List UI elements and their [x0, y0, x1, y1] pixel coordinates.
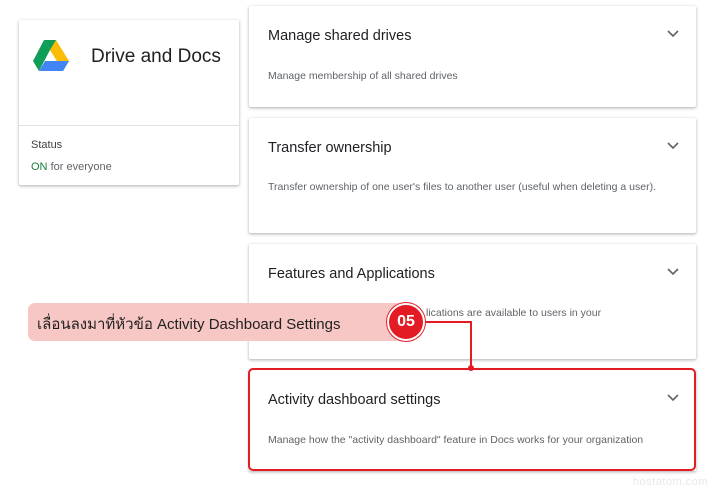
step-number-badge: 05	[387, 303, 425, 341]
watermark: hostatom.com	[632, 476, 708, 488]
callout-connector	[425, 321, 474, 371]
instruction-callout: เลื่อนลงมาที่หัวข้อ Activity Dashboard S…	[28, 303, 403, 341]
instruction-text: เลื่อนลงมาที่หัวข้อ Activity Dashboard S…	[37, 316, 341, 333]
